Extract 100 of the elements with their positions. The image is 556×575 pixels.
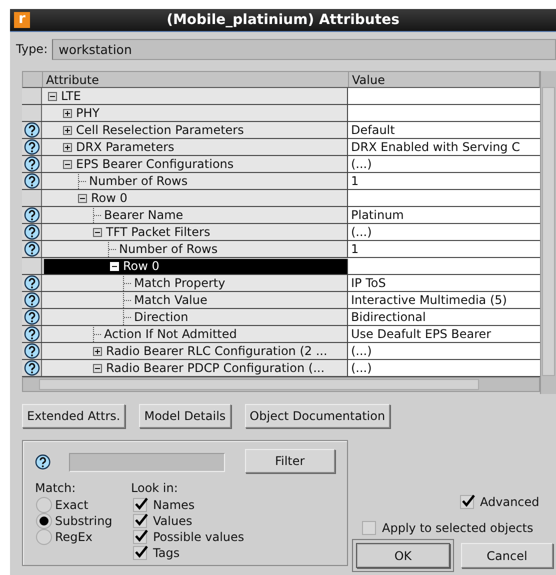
collapse-icon[interactable] xyxy=(93,228,102,236)
expand-icon[interactable] xyxy=(63,108,72,118)
value-cell[interactable]: (...) xyxy=(348,343,540,359)
checkbox[interactable] xyxy=(133,530,147,544)
tree-line xyxy=(93,208,102,222)
look-in-label: Look in: xyxy=(131,480,179,497)
attribute-name[interactable]: DRX Parameters xyxy=(76,140,174,154)
attribute-name[interactable]: Number of Rows xyxy=(89,174,188,188)
checkbox[interactable] xyxy=(133,546,147,560)
value-cell[interactable]: (...) xyxy=(348,360,540,376)
value-cell[interactable]: Bidirectional xyxy=(348,309,540,325)
value-cell[interactable] xyxy=(348,105,540,121)
value-cell[interactable]: IP ToS xyxy=(348,275,540,291)
attribute-name[interactable]: Row 0 xyxy=(123,259,160,274)
attribute-cell[interactable]: Radio Bearer PDCP Configuration (... xyxy=(42,360,348,376)
checkbox-label[interactable]: Names xyxy=(153,497,195,513)
checkbox-label[interactable]: Values xyxy=(153,513,192,529)
tree-line xyxy=(93,326,102,342)
expand-icon[interactable] xyxy=(63,142,72,152)
expand-icon[interactable] xyxy=(63,126,72,134)
attribute-name[interactable]: Radio Bearer PDCP Configuration (... xyxy=(106,360,325,376)
attribute-cell[interactable]: Number of Rows xyxy=(42,173,348,189)
attribute-cell[interactable]: Action If Not Admitted xyxy=(42,326,348,342)
filter-button[interactable]: Filter xyxy=(244,449,335,473)
value-cell[interactable]: 1 xyxy=(348,241,540,257)
checkbox-label[interactable]: Possible values xyxy=(153,529,244,545)
collapse-icon[interactable] xyxy=(48,92,57,100)
radio-label[interactable]: Exact xyxy=(55,497,88,513)
attribute-cell[interactable]: Match Value xyxy=(42,292,348,308)
attribute-cell[interactable]: Row 0 xyxy=(42,190,348,206)
value-cell[interactable]: Use Deafult EPS Bearer xyxy=(348,326,540,342)
attribute-cell[interactable]: LTE xyxy=(42,88,348,104)
value-cell[interactable]: 1 xyxy=(348,173,540,189)
collapse-icon[interactable] xyxy=(78,194,87,202)
attribute-name[interactable]: PHY xyxy=(76,106,100,120)
attribute-cell[interactable]: DRX Parameters xyxy=(42,139,348,155)
attribute-name[interactable]: Bearer Name xyxy=(104,208,184,222)
value-cell[interactable]: Platinum xyxy=(348,207,540,223)
attribute-name[interactable]: Row 0 xyxy=(91,190,128,206)
attribute-name[interactable]: LTE xyxy=(61,88,81,104)
attribute-cell[interactable]: Match Property xyxy=(42,275,348,291)
tree-line xyxy=(108,242,117,256)
attribute-name[interactable]: Action If Not Admitted xyxy=(104,326,237,342)
tree-line xyxy=(123,292,132,308)
checkbox-label[interactable]: Advanced xyxy=(480,494,540,510)
value-cell[interactable] xyxy=(348,88,540,104)
radio-label[interactable]: RegEx xyxy=(55,529,92,545)
attribute-name[interactable]: TFT Packet Filters xyxy=(106,224,210,240)
radio-button[interactable] xyxy=(35,496,53,514)
attribute-name[interactable]: Match Property xyxy=(134,276,226,290)
checkbox[interactable] xyxy=(133,498,147,512)
help-icon[interactable] xyxy=(35,454,51,470)
attribute-name[interactable]: Radio Bearer RLC Configuration (2 ... xyxy=(106,344,328,358)
value-cell[interactable]: (...) xyxy=(348,224,540,240)
column-header: Value xyxy=(351,72,385,87)
value-cell[interactable]: DRX Enabled with Serving C xyxy=(348,139,540,155)
type-field[interactable]: workstation xyxy=(52,39,556,60)
collapse-icon[interactable] xyxy=(63,160,72,168)
dialog-button[interactable]: Object Documentation xyxy=(244,404,390,428)
checkbox-label[interactable]: Tags xyxy=(153,545,180,561)
tree-line xyxy=(78,174,87,188)
radio-button[interactable] xyxy=(35,512,53,530)
value-cell[interactable] xyxy=(348,258,540,274)
attribute-cell[interactable]: Radio Bearer RLC Configuration (2 ... xyxy=(42,343,348,359)
attribute-name[interactable]: Number of Rows xyxy=(119,242,218,256)
attribute-name[interactable]: Match Value xyxy=(134,292,208,308)
attribute-cell[interactable]: EPS Bearer Configurations xyxy=(42,156,348,172)
collapse-icon[interactable] xyxy=(93,364,102,372)
horizontal-scrollbar[interactable] xyxy=(22,377,540,392)
attribute-name[interactable]: Direction xyxy=(134,310,188,324)
attribute-cell[interactable]: Number of Rows xyxy=(42,241,348,257)
radio-button[interactable] xyxy=(35,528,53,546)
attribute-cell[interactable]: Cell Reselection Parameters xyxy=(42,122,348,138)
app-logo: r xyxy=(14,12,30,28)
checkbox[interactable] xyxy=(460,495,474,509)
checkbox-label[interactable]: Apply to selected objects xyxy=(382,520,534,536)
checkbox[interactable] xyxy=(133,514,147,528)
dialog-button[interactable]: Extended Attrs. xyxy=(22,404,126,428)
expand-icon[interactable] xyxy=(93,346,102,356)
value-cell[interactable]: (...) xyxy=(348,156,540,172)
attribute-name[interactable]: Cell Reselection Parameters xyxy=(76,122,244,138)
value-cell[interactable]: Default xyxy=(348,122,540,138)
column-header: Attribute xyxy=(43,72,349,87)
dialog-button[interactable]: Model Details xyxy=(139,404,231,428)
dialog-button[interactable]: Cancel xyxy=(461,543,553,568)
attribute-cell[interactable]: Bearer Name xyxy=(42,207,348,223)
attribute-cell[interactable]: PHY xyxy=(42,105,348,121)
value-cell[interactable] xyxy=(348,190,540,206)
tree-line xyxy=(123,310,132,324)
attribute-cell[interactable]: Row 0 xyxy=(44,259,348,274)
value-cell[interactable]: Interactive Multimedia (5) xyxy=(348,292,540,308)
filter-field[interactable] xyxy=(68,452,225,472)
attribute-cell[interactable]: Direction xyxy=(42,309,348,325)
radio-label[interactable]: Substring xyxy=(55,513,112,529)
attribute-cell[interactable]: TFT Packet Filters xyxy=(42,224,348,240)
attribute-name[interactable]: EPS Bearer Configurations xyxy=(76,156,234,172)
checkbox[interactable] xyxy=(362,521,376,535)
type-label: Type: xyxy=(16,41,48,58)
tree-line xyxy=(123,276,132,290)
vertical-scrollbar[interactable] xyxy=(540,71,556,394)
